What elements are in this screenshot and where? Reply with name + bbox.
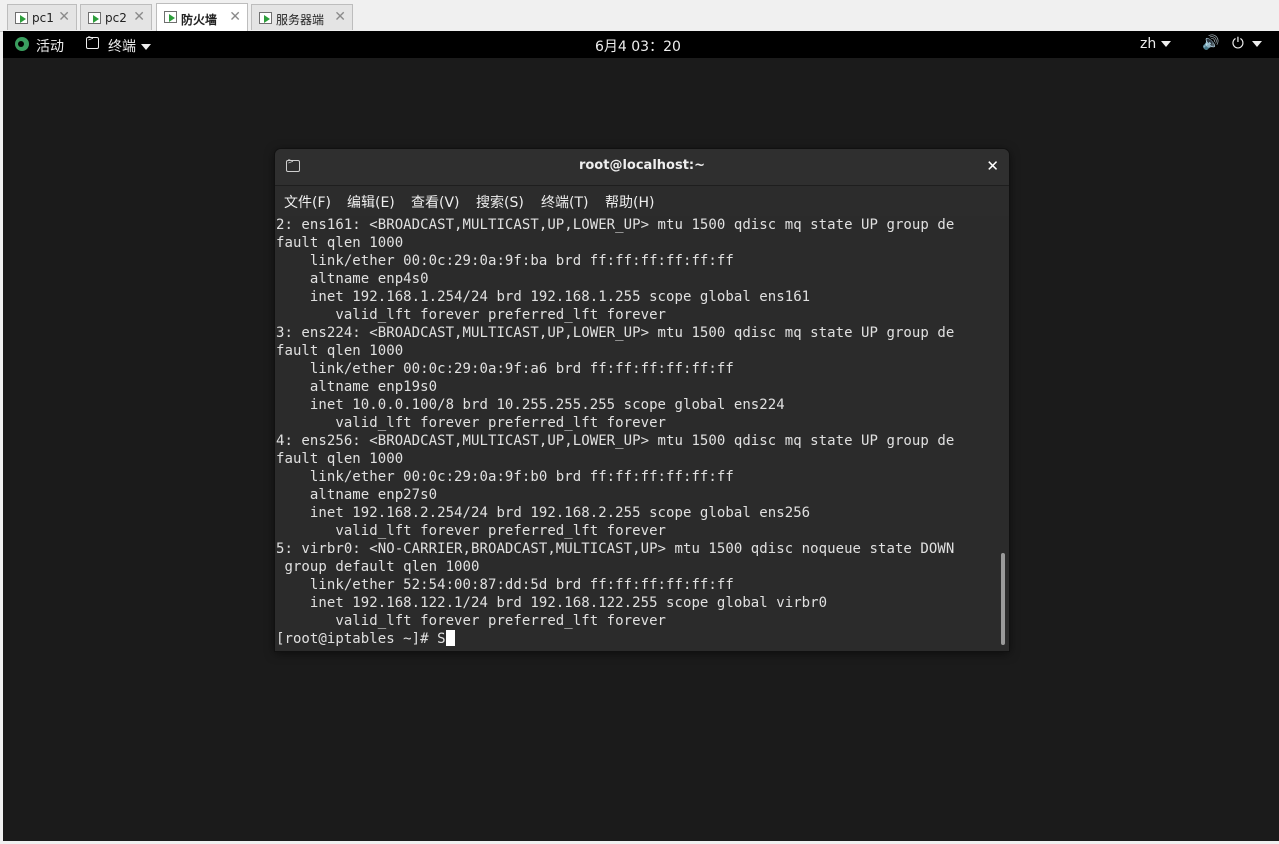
terminal-prompt-line[interactable]: [root@iptables ~]# S [276,630,455,648]
vm-tab-pc2[interactable]: pc2 ✕ [80,4,152,30]
text-cursor [445,630,455,646]
vm-screen: 活动 终端 6月4 03：20 zh 🔊 ⏻ root@localhost:~ … [3,31,1279,841]
terminal-line: link/ether 52:54:00:87:dd:5d brd ff:ff:f… [276,577,734,593]
volume-icon[interactable]: 🔊 [1202,35,1219,51]
vm-tab-label: pc2 [105,11,127,25]
power-icon[interactable]: ⏻ [1232,34,1244,52]
terminal-line: 4: ens256: <BROADCAST,MULTICAST,UP,LOWER… [276,433,955,449]
menu-terminal[interactable]: 终端(T) [541,192,588,212]
terminal-line: valid_lft forever preferred_lft forever [276,415,667,431]
menu-edit[interactable]: 编辑(E) [347,192,395,212]
terminal-line: link/ether 00:0c:29:0a:9f:a6 brd ff:ff:f… [276,361,734,377]
app-menu-button[interactable]: 终端 [108,36,151,56]
terminal-output[interactable]: 2: ens161: <BROADCAST,MULTICAST,UP,LOWER… [275,216,997,651]
vm-tab-label: 防火墙 [181,13,218,27]
vm-tab-server[interactable]: 服务器端 ✕ [251,4,353,30]
vm-icon [259,12,272,24]
language-label: zh [1140,36,1157,52]
close-icon[interactable]: ✕ [133,9,145,25]
vm-tab-label: 服务器端 [276,13,325,27]
app-menu-label: 终端 [108,39,136,55]
terminal-app-icon [86,34,99,49]
gnome-top-bar: 活动 终端 6月4 03：20 zh 🔊 ⏻ [3,31,1279,58]
vm-tab-firewall[interactable]: 防火墙 ✕ [156,3,248,31]
terminal-titlebar[interactable]: root@localhost:~ ✕ [275,149,1009,186]
window-title: root@localhost:~ [578,158,706,173]
terminal-line: valid_lft forever preferred_lft forever [276,523,667,539]
close-button[interactable]: ✕ [986,157,999,175]
terminal-line: inet 10.0.0.100/8 brd 10.255.255.255 sco… [276,397,785,413]
terminal-line: fault qlen 1000 [276,235,404,251]
terminal-line: valid_lft forever preferred_lft forever [276,613,667,629]
terminal-line: inet 192.168.1.254/24 brd 192.168.1.255 … [276,289,811,305]
terminal-line: inet 192.168.122.1/24 brd 192.168.122.25… [276,595,828,611]
vm-tab-pc1[interactable]: pc1 ✕ [7,4,77,30]
vm-icon [88,12,101,24]
shell-prompt: [root@iptables ~]# [276,631,438,647]
vm-icon [164,11,177,23]
vm-tab-label: pc1 [32,11,54,25]
menu-file[interactable]: 文件(F) [284,192,331,212]
terminal-line: fault qlen 1000 [276,343,404,359]
terminal-line: altname enp27s0 [276,487,438,503]
terminal-line: group default qlen 1000 [276,559,480,575]
terminal-line: fault qlen 1000 [276,451,404,467]
menu-search[interactable]: 搜索(S) [476,192,524,212]
close-icon[interactable]: ✕ [229,9,241,25]
activities-button[interactable]: 活动 [36,36,64,56]
close-icon[interactable]: ✕ [58,9,70,25]
scrollbar-thumb[interactable] [1001,553,1005,645]
clock[interactable]: 6月4 03：20 [595,36,681,56]
terminal-menubar: 文件(F) 编辑(E) 查看(V) 搜索(S) 终端(T) 帮助(H) [275,186,1009,214]
activities-logo-icon [15,37,29,51]
close-icon[interactable]: ✕ [334,9,346,25]
terminal-line: inet 192.168.2.254/24 brd 192.168.2.255 … [276,505,811,521]
scrollbar[interactable] [997,216,1009,651]
vm-tab-strip: pc1 ✕ pc2 ✕ 防火墙 ✕ 服务器端 ✕ [0,0,1279,32]
chevron-down-icon[interactable] [1252,41,1262,47]
menu-help[interactable]: 帮助(H) [605,192,654,212]
chevron-down-icon [141,44,151,50]
terminal-line: altname enp19s0 [276,379,438,395]
vm-icon [15,12,28,24]
command-input[interactable]: S [437,631,445,647]
terminal-line: link/ether 00:0c:29:0a:9f:b0 brd ff:ff:f… [276,469,734,485]
terminal-line: altname enp4s0 [276,271,429,287]
terminal-line: link/ether 00:0c:29:0a:9f:ba brd ff:ff:f… [276,253,734,269]
language-menu[interactable]: zh [1140,36,1172,52]
menu-view[interactable]: 查看(V) [411,192,460,212]
terminal-line: valid_lft forever preferred_lft forever [276,307,667,323]
terminal-line: 2: ens161: <BROADCAST,MULTICAST,UP,LOWER… [276,217,955,233]
terminal-line: 3: ens224: <BROADCAST,MULTICAST,UP,LOWER… [276,325,955,341]
chevron-down-icon [1161,41,1172,47]
terminal-line: 5: virbr0: <NO-CARRIER,BROADCAST,MULTICA… [276,541,955,557]
terminal-window[interactable]: root@localhost:~ ✕ 文件(F) 编辑(E) 查看(V) 搜索(… [275,149,1009,651]
